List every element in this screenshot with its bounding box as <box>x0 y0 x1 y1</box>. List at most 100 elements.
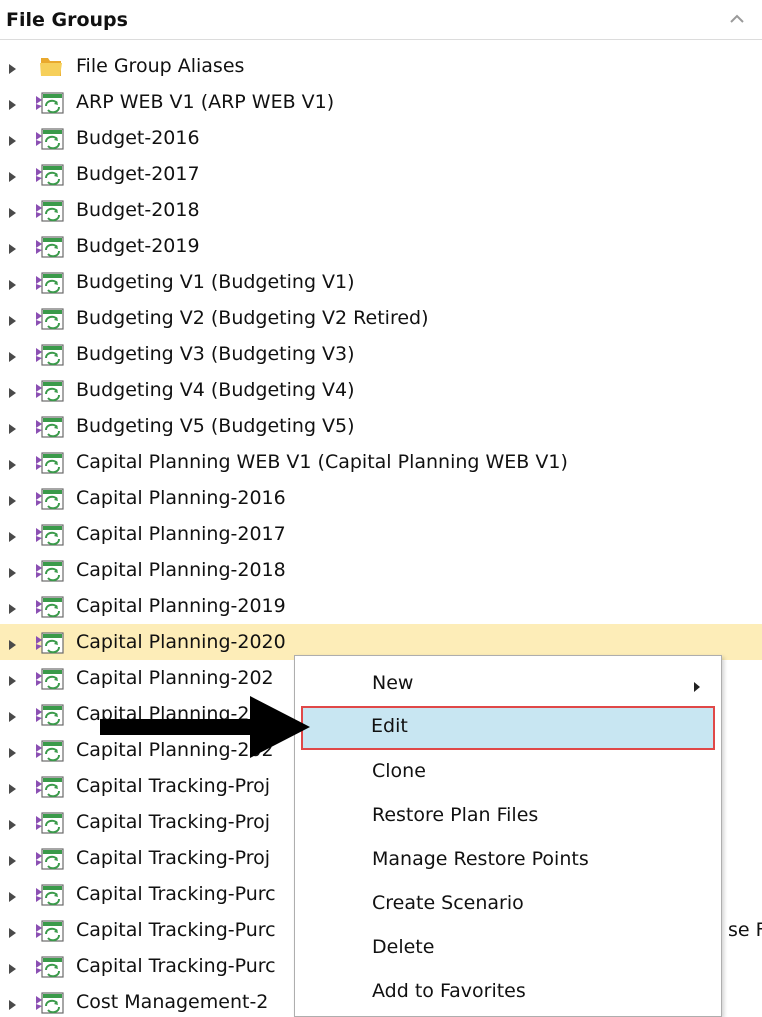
tree-item[interactable]: Capital Planning-2018 <box>0 552 762 588</box>
expand-arrow-icon[interactable] <box>8 564 18 578</box>
expand-arrow-icon[interactable] <box>8 780 18 794</box>
file-group-icon <box>35 955 65 979</box>
tree-item-label: Budget-2017 <box>76 163 200 185</box>
tree-item[interactable]: Capital Planning-2019 <box>0 588 762 624</box>
tree-item[interactable]: Capital Planning WEB V1 (Capital Plannin… <box>0 444 762 480</box>
file-group-icon <box>35 415 65 439</box>
expand-arrow-icon[interactable] <box>8 312 18 326</box>
expand-arrow-icon[interactable] <box>8 852 18 866</box>
menu-item-label: Restore Plan Files <box>372 804 539 826</box>
tree-item-label: Capital Tracking-Purc <box>76 919 276 941</box>
file-group-icon <box>35 775 65 799</box>
tree-item[interactable]: ARP WEB V1 (ARP WEB V1) <box>0 84 762 120</box>
file-group-icon <box>35 163 65 187</box>
menu-item-label: New <box>372 672 414 694</box>
expand-arrow-icon[interactable] <box>8 132 18 146</box>
tree-item[interactable]: Capital Planning-2017 <box>0 516 762 552</box>
tree-item-label: Budget-2016 <box>76 127 200 149</box>
tree-item-label: Budgeting V1 (Budgeting V1) <box>76 271 355 293</box>
panel-title: File Groups <box>6 9 128 31</box>
tree-item-label: Capital Planning-2016 <box>76 487 286 509</box>
tree-item[interactable]: Budget-2018 <box>0 192 762 228</box>
menu-item-edit[interactable]: Edit <box>301 706 715 750</box>
expand-arrow-icon[interactable] <box>8 888 18 902</box>
tree-item[interactable]: Capital Planning-2016 <box>0 480 762 516</box>
tree-item-label: Capital Planning-2017 <box>76 523 286 545</box>
expand-arrow-icon[interactable] <box>8 384 18 398</box>
tree-item-label: Capital Tracking-Purc <box>76 883 276 905</box>
file-group-icon <box>35 127 65 151</box>
menu-item-manage-restore-points[interactable]: Manage Restore Points <box>301 838 715 882</box>
file-groups-panel: File Groups File Group Aliases ARP WEB V1… <box>0 0 762 1017</box>
tree-item-label: Capital Planning-202 <box>76 667 274 689</box>
menu-item-restore-plan-files[interactable]: Restore Plan Files <box>301 794 715 838</box>
tree-item[interactable]: File Group Aliases <box>0 48 762 84</box>
file-group-icon <box>35 883 65 907</box>
expand-arrow-icon[interactable] <box>8 708 18 722</box>
folder-icon <box>35 55 65 79</box>
annotation-arrow-icon <box>100 696 310 758</box>
expand-arrow-icon[interactable] <box>8 996 18 1010</box>
expand-arrow-icon[interactable] <box>8 276 18 290</box>
tree-item[interactable]: Budgeting V4 (Budgeting V4) <box>0 372 762 408</box>
expand-arrow-icon[interactable] <box>8 672 18 686</box>
tree-item-label: Capital Tracking-Purc <box>76 955 276 977</box>
file-group-icon <box>35 199 65 223</box>
tree-item-label: Budgeting V2 (Budgeting V2 Retired) <box>76 307 429 329</box>
file-group-icon <box>35 667 65 691</box>
menu-item-label: Delete <box>372 936 435 958</box>
file-group-icon <box>35 559 65 583</box>
tree-item[interactable]: Budgeting V2 (Budgeting V2 Retired) <box>0 300 762 336</box>
expand-arrow-icon[interactable] <box>8 492 18 506</box>
expand-arrow-icon[interactable] <box>8 60 18 74</box>
tree-item[interactable]: Budgeting V3 (Budgeting V3) <box>0 336 762 372</box>
context-menu: New Edit Clone Restore Plan Files Manage Res… <box>294 655 722 1017</box>
file-group-icon <box>35 523 65 547</box>
menu-item-new[interactable]: New <box>301 662 715 706</box>
file-group-icon <box>35 847 65 871</box>
expand-arrow-icon[interactable] <box>8 528 18 542</box>
expand-arrow-icon[interactable] <box>8 924 18 938</box>
expand-arrow-icon[interactable] <box>8 96 18 110</box>
expand-arrow-icon[interactable] <box>8 348 18 362</box>
tree-item-label: Capital Planning-2020 <box>76 631 286 653</box>
expand-arrow-icon[interactable] <box>8 204 18 218</box>
menu-item-delete[interactable]: Delete <box>301 926 715 970</box>
file-group-icon <box>35 487 65 511</box>
menu-item-label: Manage Restore Points <box>372 848 589 870</box>
menu-item-label: Edit <box>371 715 408 737</box>
expand-arrow-icon[interactable] <box>8 636 18 650</box>
expand-arrow-icon[interactable] <box>8 744 18 758</box>
submenu-arrow-icon <box>693 678 701 692</box>
tree-item[interactable]: Budget-2017 <box>0 156 762 192</box>
file-group-icon <box>35 739 65 763</box>
tree-item[interactable]: Budgeting V5 (Budgeting V5) <box>0 408 762 444</box>
tree-item-label: Budgeting V5 (Budgeting V5) <box>76 415 355 437</box>
tree-item[interactable]: Budget-2019 <box>0 228 762 264</box>
expand-arrow-icon[interactable] <box>8 168 18 182</box>
tree-item-label: Capital Tracking-Proj <box>76 775 271 797</box>
expand-arrow-icon[interactable] <box>8 456 18 470</box>
chevron-up-icon[interactable] <box>726 10 748 28</box>
file-group-icon <box>35 595 65 619</box>
menu-item-create-scenario[interactable]: Create Scenario <box>301 882 715 926</box>
expand-arrow-icon[interactable] <box>8 420 18 434</box>
tree-item-label: Capital Planning-2018 <box>76 559 286 581</box>
menu-item-clone[interactable]: Clone <box>301 750 715 794</box>
tree-item[interactable]: Budgeting V1 (Budgeting V1) <box>0 264 762 300</box>
expand-arrow-icon[interactable] <box>8 240 18 254</box>
menu-item-label: Clone <box>372 760 426 782</box>
menu-item-add-to-favorites[interactable]: Add to Favorites <box>301 970 715 1014</box>
tree-item-label: Budget-2019 <box>76 235 200 257</box>
file-group-icon <box>35 235 65 259</box>
file-group-icon <box>35 919 65 943</box>
tree-item[interactable]: Budget-2016 <box>0 120 762 156</box>
file-group-icon <box>35 703 65 727</box>
tree-item-label: Budget-2018 <box>76 199 200 221</box>
expand-arrow-icon[interactable] <box>8 600 18 614</box>
file-group-icon <box>35 631 65 655</box>
file-group-icon <box>35 91 65 115</box>
expand-arrow-icon[interactable] <box>8 960 18 974</box>
expand-arrow-icon[interactable] <box>8 816 18 830</box>
menu-item-label: Create Scenario <box>372 892 524 914</box>
